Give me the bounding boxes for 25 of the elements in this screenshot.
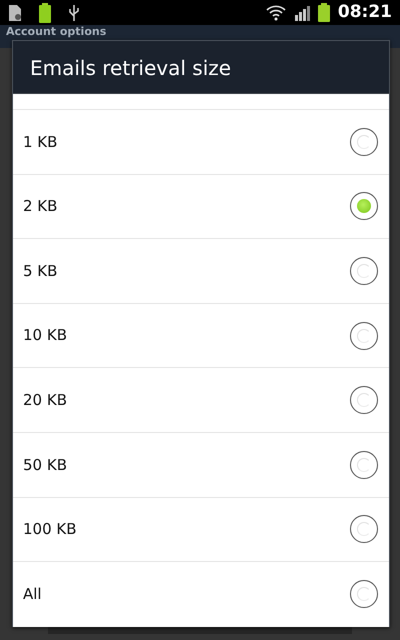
sd-card-icon: [8, 4, 22, 22]
radio-button[interactable]: [350, 450, 378, 479]
option-label: 1 KB: [23, 132, 58, 153]
radio-button[interactable]: [350, 322, 378, 350]
option-label: 10 KB: [23, 325, 67, 346]
option-label: 20 KB: [23, 390, 67, 411]
option-label: 2 KB: [23, 196, 58, 218]
option-label: All: [23, 584, 42, 606]
radio-button[interactable]: [350, 515, 378, 544]
usb-icon: [68, 4, 80, 22]
radio-button[interactable]: [350, 128, 378, 156]
radio-button[interactable]: [350, 386, 378, 414]
radio-button[interactable]: [350, 580, 378, 608]
battery-icon: [38, 2, 52, 22]
status-time: 08:21: [338, 0, 392, 24]
option-label: 100 KB: [23, 519, 77, 540]
option-label: 50 KB: [23, 454, 67, 476]
dialog-title: Emails retrieval size: [13, 41, 389, 94]
wifi-icon: [266, 4, 286, 20]
screen-title: Account options: [6, 25, 106, 38]
radio-button[interactable]: [350, 192, 378, 220]
battery-icon: [318, 3, 330, 22]
radio-button[interactable]: [350, 256, 378, 285]
signal-icon: [294, 4, 310, 20]
option-label: 5 KB: [23, 260, 58, 282]
